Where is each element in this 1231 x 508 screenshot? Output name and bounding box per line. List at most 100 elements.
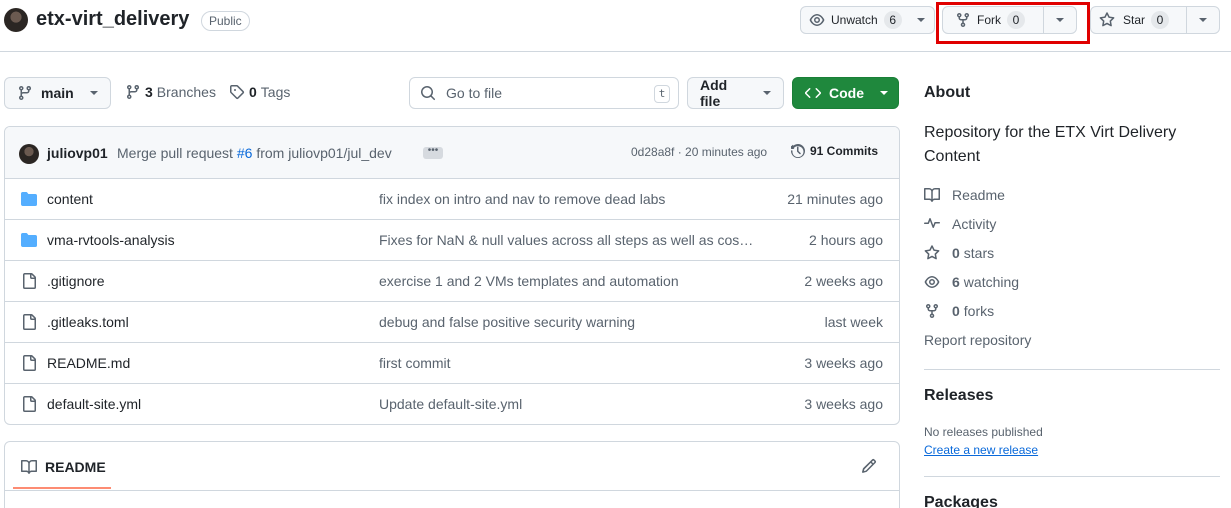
tags-count: 0 xyxy=(249,84,257,100)
no-releases-text: No releases published xyxy=(924,425,1043,439)
branches-count: 3 xyxy=(145,84,153,100)
pencil-icon[interactable] xyxy=(861,458,877,474)
folder-icon xyxy=(21,233,37,247)
go-to-file-input[interactable]: Go to file t xyxy=(409,77,679,109)
file-row[interactable]: .gitleaks.toml debug and false positive s… xyxy=(5,302,899,343)
file-row[interactable]: README.md first commit 3 weeks ago xyxy=(5,343,899,384)
file-commit-message[interactable]: fix index on intro and nav to remove dea… xyxy=(379,191,769,207)
commit-message[interactable]: Merge pull request #6 from juliovp01/jul… xyxy=(117,145,392,161)
repo-forked-icon xyxy=(926,303,938,319)
star-icon xyxy=(1099,12,1115,27)
chevron-down-icon xyxy=(1199,18,1207,22)
git-branch-icon xyxy=(19,85,31,101)
file-row[interactable]: .gitignore exercise 1 and 2 VMs templates… xyxy=(5,261,899,302)
packages-heading[interactable]: Packages xyxy=(924,494,998,508)
readme-tab-underline xyxy=(13,487,111,489)
file-icon-wrap xyxy=(21,396,37,415)
file-list: content fix index on intro and nav to rem… xyxy=(5,179,899,424)
stars-label: stars xyxy=(963,245,995,261)
file-icon-wrap xyxy=(21,355,37,374)
file-browser: juliovp01 Merge pull request #6 from jul… xyxy=(4,126,900,425)
star-dropdown[interactable] xyxy=(1187,7,1219,33)
chevron-down-icon xyxy=(763,91,771,95)
file-commit-age: 2 hours ago xyxy=(809,232,883,248)
commit-expand-button[interactable]: ••• xyxy=(423,146,443,159)
file-icon-wrap xyxy=(21,314,37,333)
stars-count: 0 xyxy=(952,245,960,261)
create-release-link[interactable]: Create a new release xyxy=(924,443,1038,457)
folder-icon xyxy=(21,192,37,206)
commit-author[interactable]: juliovp01 xyxy=(47,145,108,161)
code-icon xyxy=(805,88,821,98)
file-row[interactable]: vma-rvtools-analysis Fixes for NaN & null… xyxy=(5,220,899,261)
fork-highlight-box xyxy=(936,2,1090,44)
visibility-badge: Public xyxy=(201,11,250,31)
commit-message-prefix: Merge pull request xyxy=(117,145,233,161)
chevron-down-icon xyxy=(89,91,98,95)
report-repository-link[interactable]: Report repository xyxy=(924,332,1031,348)
owner-avatar[interactable] xyxy=(4,8,28,32)
file-name-link[interactable]: default-site.yml xyxy=(47,396,141,412)
tags-link[interactable]: 0 Tags xyxy=(229,84,290,100)
add-file-button[interactable]: Add file xyxy=(687,77,784,109)
file-icon-wrap xyxy=(21,191,37,210)
readme-tab[interactable]: README xyxy=(21,459,106,475)
file-name-link[interactable]: .gitignore xyxy=(47,273,105,289)
pulse-icon xyxy=(924,218,940,229)
sidebar-activity-link[interactable]: Activity xyxy=(924,216,996,232)
file-commit-message[interactable]: Update default-site.yml xyxy=(379,396,769,412)
file-icon xyxy=(23,396,36,412)
watch-counter: 6 xyxy=(883,11,902,29)
releases-heading[interactable]: Releases xyxy=(924,387,993,405)
file-icon xyxy=(23,273,36,289)
unwatch-label: Unwatch xyxy=(831,13,878,27)
commits-history-link[interactable]: 91 Commits xyxy=(790,143,878,159)
file-commit-message[interactable]: debug and false positive security warnin… xyxy=(379,314,769,330)
commit-pr-link[interactable]: #6 xyxy=(237,145,253,161)
repo-name[interactable]: etx-virt_delivery xyxy=(36,8,189,31)
file-icon-wrap xyxy=(21,232,37,251)
file-icon-wrap xyxy=(21,273,37,292)
unwatch-button-group: Unwatch 6 xyxy=(800,6,935,34)
readme-link-label: Readme xyxy=(952,187,1005,203)
commits-count: 91 Commits xyxy=(810,144,879,158)
file-row[interactable]: content fix index on intro and nav to rem… xyxy=(5,179,899,220)
branches-label: Branches xyxy=(156,84,216,100)
star-icon xyxy=(924,245,940,260)
star-button[interactable]: Star 0 xyxy=(1091,7,1186,33)
file-icon xyxy=(23,314,36,330)
sidebar-stars-link[interactable]: 0 stars xyxy=(924,245,994,261)
file-name-link[interactable]: content xyxy=(47,191,93,207)
code-button[interactable]: Code xyxy=(792,77,899,109)
file-name-link[interactable]: .gitleaks.toml xyxy=(47,314,129,330)
sidebar-watching-link[interactable]: 6 watching xyxy=(924,274,1019,290)
file-name-link[interactable]: README.md xyxy=(47,355,130,371)
shortcut-key: t xyxy=(654,85,670,103)
unwatch-button[interactable]: Unwatch 6 xyxy=(801,7,911,33)
branch-selector[interactable]: main xyxy=(4,77,111,109)
file-commit-age: 21 minutes ago xyxy=(787,191,883,207)
file-commit-message[interactable]: first commit xyxy=(379,355,769,371)
commit-message-suffix: from juliovp01/jul_dev xyxy=(256,145,392,161)
eye-icon xyxy=(924,276,940,288)
sidebar-forks-link[interactable]: 0 forks xyxy=(924,303,994,319)
file-row[interactable]: default-site.yml Update default-site.yml 3… xyxy=(5,384,899,424)
about-description: Repository for the ETX Virt Delivery Con… xyxy=(924,124,1177,165)
watching-count: 6 xyxy=(952,274,960,290)
tag-icon xyxy=(230,85,245,100)
file-commit-message[interactable]: exercise 1 and 2 VMs templates and autom… xyxy=(379,273,769,289)
go-to-file-placeholder: Go to file xyxy=(446,85,503,101)
forks-count: 0 xyxy=(952,303,960,319)
sidebar-readme-link[interactable]: Readme xyxy=(924,187,1005,203)
readme-tab-label: README xyxy=(45,459,106,475)
chevron-down-icon xyxy=(880,91,888,95)
branches-link[interactable]: 3 Branches xyxy=(125,84,216,100)
commit-author-avatar[interactable] xyxy=(19,144,39,164)
unwatch-dropdown[interactable] xyxy=(911,7,931,33)
file-name-link[interactable]: vma-rvtools-analysis xyxy=(47,232,175,248)
file-commit-message[interactable]: Fixes for NaN & null values across all s… xyxy=(379,232,769,248)
readme-divider xyxy=(5,490,899,491)
commit-sha-time[interactable]: 0d28a8f · 20 minutes ago xyxy=(631,145,767,159)
latest-commit-bar: juliovp01 Merge pull request #6 from jul… xyxy=(5,127,899,179)
history-icon xyxy=(791,144,805,159)
